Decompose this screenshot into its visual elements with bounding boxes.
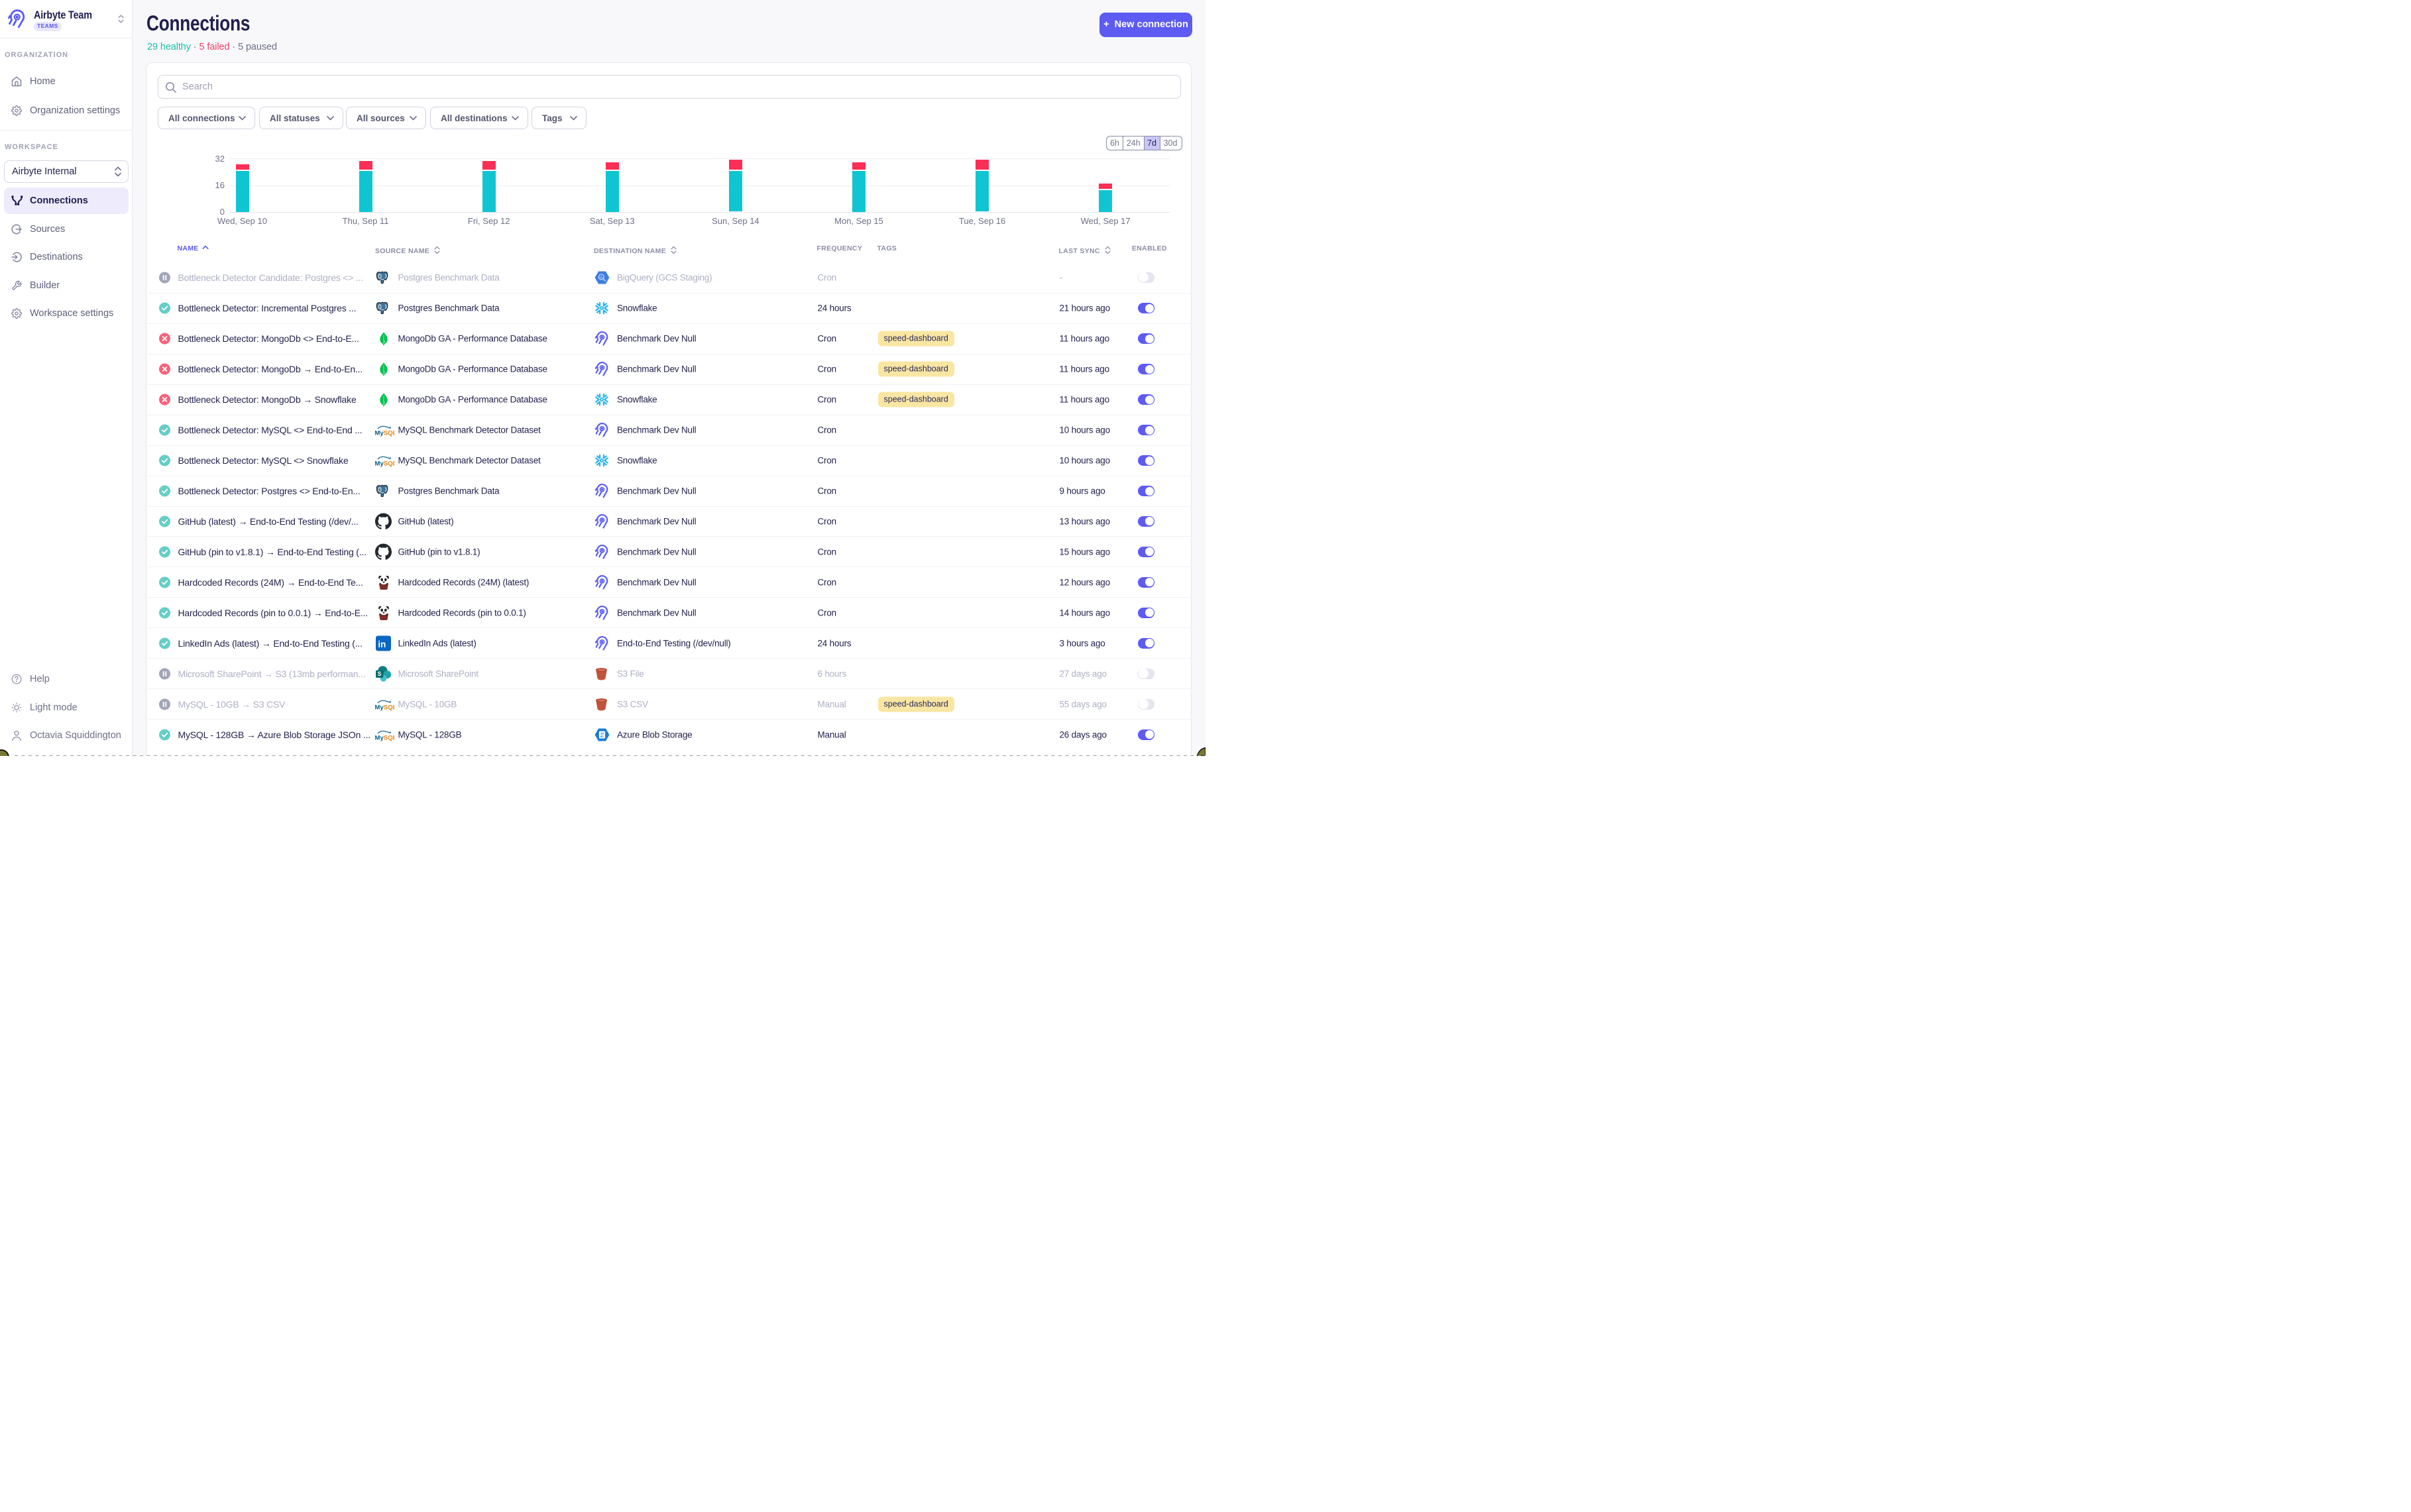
svg-text:in: in xyxy=(378,639,386,649)
svg-text:.: . xyxy=(392,462,393,466)
svg-text:S: S xyxy=(378,671,382,677)
svg-text:MySQL: MySQL xyxy=(375,430,395,437)
svg-text:.: . xyxy=(392,706,393,710)
svg-text:MySQL: MySQL xyxy=(375,460,395,468)
svg-text:MySQL: MySQL xyxy=(375,704,395,711)
svg-text:.: . xyxy=(392,737,393,740)
svg-text:.: . xyxy=(392,432,393,435)
svg-text:MySQL: MySQL xyxy=(375,734,395,741)
svg-text:01: 01 xyxy=(600,735,604,739)
